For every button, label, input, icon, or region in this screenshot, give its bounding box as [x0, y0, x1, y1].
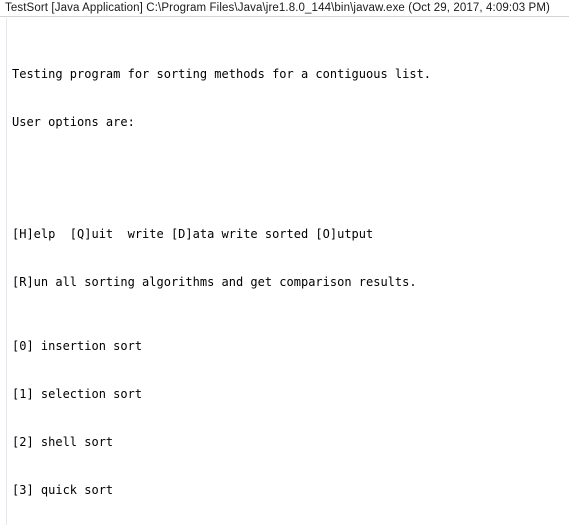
console-line-menu-commands: [H]elp [Q]uit write [D]ata write sorted … [12, 227, 374, 241]
console-window: TestSort [Java Application] C:\Program F… [0, 0, 569, 525]
console-text[interactable]: Testing program for sorting methods for … [12, 18, 567, 525]
console-output-area[interactable]: Testing program for sorting methods for … [0, 18, 569, 525]
console-left-rule [6, 18, 7, 525]
console-line-algorithm-3: [3] quick sort [12, 483, 114, 497]
console-line-intro-1: Testing program for sorting methods for … [12, 67, 432, 81]
console-line-algorithm-1: [1] selection sort [12, 387, 143, 401]
console-line-menu-run-all: [R]un all sorting algorithms and get com… [12, 275, 417, 289]
console-title-label: TestSort [Java Application] C:\Program F… [5, 2, 550, 14]
console-line-algorithm-2: [2] shell sort [12, 435, 114, 449]
console-title-bar: TestSort [Java Application] C:\Program F… [0, 0, 569, 17]
console-line-intro-2: User options are: [12, 115, 135, 129]
console-line-algorithm-0: [0] insertion sort [12, 339, 143, 353]
console-blank-line-1 [12, 162, 567, 178]
